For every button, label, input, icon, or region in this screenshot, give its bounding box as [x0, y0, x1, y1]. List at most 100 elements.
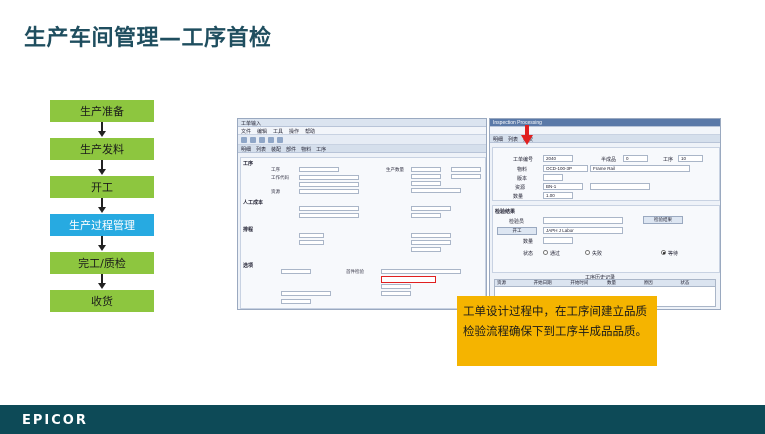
section-operation: 工序: [243, 161, 254, 167]
op-code-field[interactable]: [299, 175, 359, 180]
opt-field-4[interactable]: [381, 291, 411, 296]
refresh-icon[interactable]: [268, 137, 274, 143]
menu-item[interactable]: 工具: [273, 128, 283, 135]
sched-field-3[interactable]: [411, 233, 451, 238]
labor-field-1[interactable]: [299, 206, 359, 211]
tab-assembly[interactable]: 装配: [271, 146, 281, 153]
qty-field-3[interactable]: [411, 181, 441, 186]
opt-field-2[interactable]: [381, 269, 461, 274]
grid-col-header[interactable]: 状态: [678, 280, 715, 286]
sched-field-1[interactable]: [299, 233, 324, 238]
tab-detail[interactable]: 明细: [493, 136, 503, 143]
resource-label: 资源: [515, 185, 526, 191]
flow-arrow: [50, 160, 154, 176]
section-options: 选项: [243, 263, 254, 269]
job-entry-screenshot: 工单输入 文件 编辑 工具 操作 帮助 明细 列表 装配 部件 物料 工序 工序…: [237, 118, 487, 310]
part-desc-field[interactable]: Frame Rail: [590, 165, 690, 172]
prod-qty-label: 生产数量: [386, 167, 404, 172]
op-field[interactable]: 10: [678, 155, 703, 162]
grid-col-header[interactable]: 开始时间: [568, 280, 605, 286]
menu-item[interactable]: 文件: [241, 128, 251, 135]
save-icon[interactable]: [250, 137, 256, 143]
labor-field-2[interactable]: [299, 213, 359, 218]
op-desc-field[interactable]: [299, 182, 359, 187]
tab-materials[interactable]: 物料: [301, 146, 311, 153]
grid-col-header[interactable]: 开始日期: [532, 280, 569, 286]
insp-qty-label: 数量: [523, 239, 534, 245]
history-grid-header: 资源 开始日期 开始时间 数量 原因 状态: [494, 279, 716, 287]
toolbar: [238, 135, 486, 145]
menu-item[interactable]: 编辑: [257, 128, 267, 135]
opt-field-3[interactable]: [381, 284, 411, 289]
pending-radio[interactable]: [661, 250, 666, 255]
job-label: 工单编号: [513, 157, 534, 163]
sched-field-2[interactable]: [299, 240, 324, 245]
opt-field-6[interactable]: [281, 299, 311, 304]
opt-field-5[interactable]: [281, 291, 331, 296]
rev-field[interactable]: [543, 174, 563, 181]
qty-field-2[interactable]: [411, 174, 441, 179]
op-seq-label: 工序: [271, 167, 280, 172]
inspector-field[interactable]: [543, 217, 623, 224]
callout-box: 工单设计过程中，在工序间建立品质检验流程确保下到工序半成品品质。: [457, 296, 657, 366]
flow-step-process-management: 生产过程管理: [50, 214, 154, 236]
pass-radio[interactable]: [543, 250, 548, 255]
grid-col-header[interactable]: 原因: [642, 280, 679, 286]
insp-qty-field[interactable]: [543, 237, 573, 244]
sched-field-5[interactable]: [411, 247, 441, 252]
op-label: 工序: [663, 157, 674, 163]
assembly-field[interactable]: 0: [623, 155, 648, 162]
assembly-label: 半成品: [601, 157, 617, 163]
qty-field-4[interactable]: [411, 188, 461, 193]
results-button[interactable]: 检验结果: [643, 216, 683, 224]
new-icon[interactable]: [241, 137, 247, 143]
sched-field-4[interactable]: [411, 240, 451, 245]
section-labor: 人工成本: [243, 200, 264, 206]
pass-label: 通过: [550, 251, 561, 257]
tab-list[interactable]: 列表: [256, 146, 266, 153]
start-date-field[interactable]: [451, 167, 481, 172]
due-date-field[interactable]: [451, 174, 481, 179]
op-seq-field[interactable]: [299, 167, 339, 172]
fail-label: 失败: [592, 251, 603, 257]
flow-arrow: [50, 198, 154, 214]
job-field[interactable]: 2040: [543, 155, 573, 162]
resource-label: 资源: [271, 189, 280, 194]
tab-parts[interactable]: 部件: [286, 146, 296, 153]
opt-field-1[interactable]: [281, 269, 311, 274]
inspector-name-field[interactable]: JAPH J Labor: [543, 227, 623, 234]
flow-arrow: [50, 122, 154, 138]
labor-field-4[interactable]: [411, 213, 441, 218]
delete-icon[interactable]: [259, 137, 265, 143]
menu-bar: 文件 编辑 工具 操作 帮助: [238, 127, 486, 135]
inspection-processing-screenshot: Inspection Processing 明细 列表 批次 工单编号 2040…: [489, 118, 721, 310]
tab-operations[interactable]: 工序: [316, 146, 326, 153]
flow-step-start: 开工: [50, 176, 154, 198]
inspect-button[interactable]: 开工: [497, 227, 537, 235]
resource-field[interactable]: BN-1: [543, 183, 583, 190]
labor-field-3[interactable]: [411, 206, 451, 211]
tab-list[interactable]: 列表: [508, 136, 518, 143]
print-icon[interactable]: [277, 137, 283, 143]
tab-detail[interactable]: 明细: [241, 146, 251, 153]
inspection-section-title: 检验结果: [495, 209, 516, 215]
grid-col-header[interactable]: 数量: [605, 280, 642, 286]
menu-item[interactable]: 操作: [289, 128, 299, 135]
flow-step-preparation: 生产准备: [50, 100, 154, 122]
red-arrow-down-icon: [521, 125, 533, 145]
flow-step-material-issue: 生产发料: [50, 138, 154, 160]
prod-qty-field[interactable]: [411, 167, 441, 172]
menu-item[interactable]: 帮助: [305, 128, 315, 135]
part-field[interactable]: OCD-100-3P: [543, 165, 588, 172]
qty-field[interactable]: 1.00: [543, 192, 573, 199]
footer-bar: EPICOR: [0, 405, 765, 434]
resource-field[interactable]: [299, 189, 359, 194]
resource-desc-field[interactable]: [590, 183, 650, 190]
part-label: 物料: [517, 167, 528, 173]
rev-label: 版本: [517, 176, 528, 182]
pending-label: 等待: [668, 251, 679, 257]
tab-strip: 明细 列表 装配 部件 物料 工序: [238, 145, 486, 153]
grid-col-header[interactable]: 资源: [495, 280, 532, 286]
inspection-plan-highlight[interactable]: [381, 276, 436, 283]
fail-radio[interactable]: [585, 250, 590, 255]
